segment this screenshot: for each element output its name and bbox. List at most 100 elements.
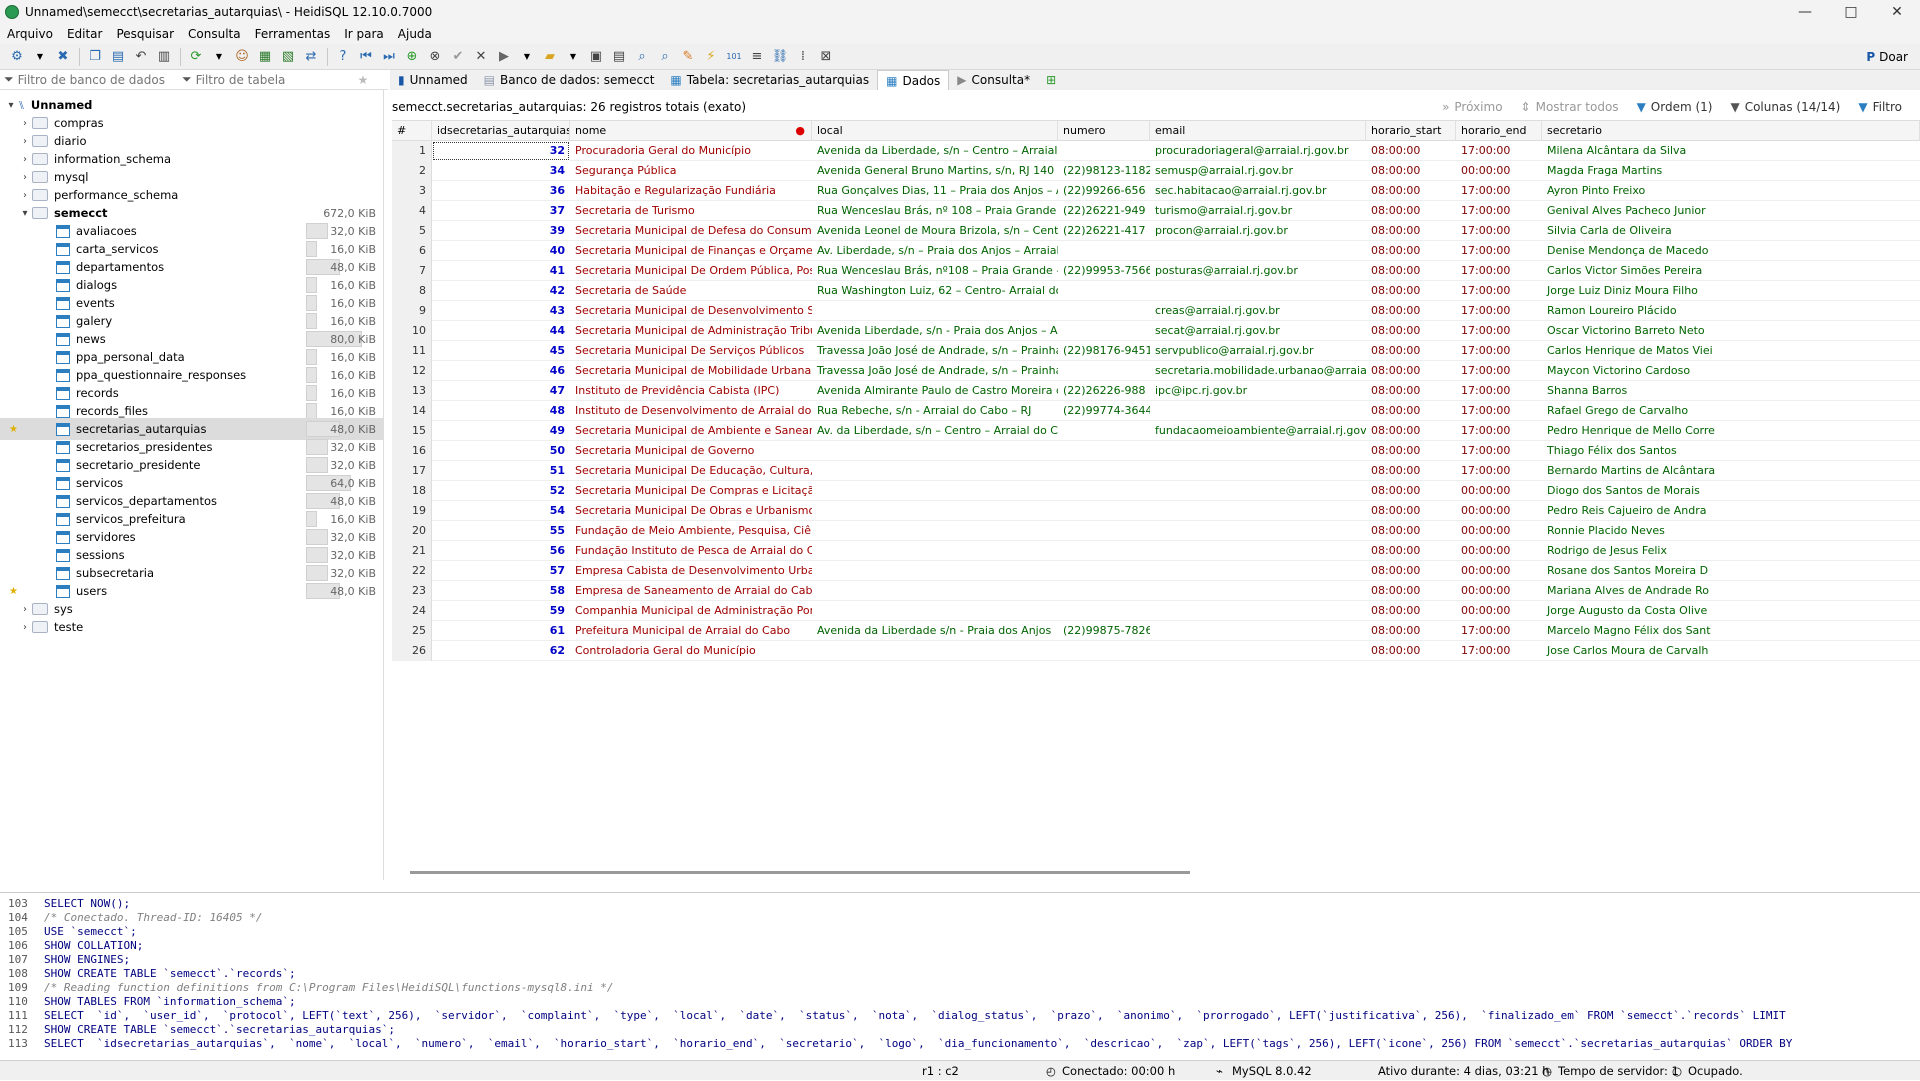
horario-start-cell[interactable]: 08:00:00 bbox=[1366, 621, 1456, 641]
secretario-cell[interactable]: Silvia Carla de Oliveira bbox=[1542, 221, 1920, 241]
binary-icon[interactable]: 101 bbox=[723, 46, 745, 68]
email-cell[interactable] bbox=[1150, 541, 1366, 561]
row-number[interactable]: 8 bbox=[392, 281, 432, 301]
numero-cell[interactable] bbox=[1058, 281, 1150, 301]
local-cell[interactable] bbox=[812, 561, 1058, 581]
column-header-idsecretarias_autarquias[interactable]: idsecretarias_autarquias 🔑 ▲ bbox=[432, 121, 570, 141]
horario-end-cell[interactable]: 17:00:00 bbox=[1456, 461, 1542, 481]
menu-editar[interactable]: Editar bbox=[60, 27, 110, 41]
horario-end-cell[interactable]: 17:00:00 bbox=[1456, 381, 1542, 401]
numero-cell[interactable] bbox=[1058, 601, 1150, 621]
add-row-icon[interactable]: ⊕ bbox=[401, 46, 423, 68]
local-cell[interactable]: Avenida da Liberdade, s/n – Centro – Arr… bbox=[812, 141, 1058, 161]
email-cell[interactable] bbox=[1150, 281, 1366, 301]
collapse-arrow-icon[interactable]: ▾ bbox=[18, 208, 32, 219]
id-cell[interactable]: 36 bbox=[432, 181, 570, 201]
format-sql-icon[interactable]: ⚡ bbox=[700, 46, 722, 68]
columns-button[interactable]: ▼ Colunas (14/14) bbox=[1730, 100, 1840, 114]
numero-cell[interactable] bbox=[1058, 581, 1150, 601]
horario-end-cell[interactable]: 17:00:00 bbox=[1456, 141, 1542, 161]
horario-start-cell[interactable]: 08:00:00 bbox=[1366, 561, 1456, 581]
explain-icon[interactable]: ⁞ bbox=[792, 46, 814, 68]
nome-cell[interactable]: Secretaria Municipal De Serviços Público… bbox=[570, 341, 812, 361]
paste-icon[interactable]: ▤ bbox=[107, 46, 129, 68]
horario-start-cell[interactable]: 08:00:00 bbox=[1366, 421, 1456, 441]
nome-cell[interactable]: Secretaria Municipal de Desenvolvimento … bbox=[570, 301, 812, 321]
user-manager-icon[interactable]: ☺ bbox=[231, 46, 253, 68]
id-cell[interactable]: 44 bbox=[432, 321, 570, 341]
numero-cell[interactable]: (22)26226-988 bbox=[1058, 381, 1150, 401]
secretario-cell[interactable]: Magda Fraga Martins bbox=[1542, 161, 1920, 181]
show-all-button[interactable]: ⇕ Mostrar todos bbox=[1521, 100, 1619, 114]
disconnect-icon[interactable]: ✖ bbox=[52, 46, 74, 68]
local-cell[interactable]: Rua Washington Luiz, 62 – Centro- Arraia… bbox=[812, 281, 1058, 301]
row-number[interactable]: 6 bbox=[392, 241, 432, 261]
tree-db-teste[interactable]: › teste bbox=[0, 616, 383, 638]
secretario-cell[interactable]: Rodrigo de Jesus Felix bbox=[1542, 541, 1920, 561]
delete-row-icon[interactable]: ⊗ bbox=[424, 46, 446, 68]
horario-end-cell[interactable]: 17:00:00 bbox=[1456, 201, 1542, 221]
row-number[interactable]: 10 bbox=[392, 321, 432, 341]
horario-start-cell[interactable]: 08:00:00 bbox=[1366, 201, 1456, 221]
horario-end-cell[interactable]: 17:00:00 bbox=[1456, 641, 1542, 661]
horizontal-scrollbar[interactable] bbox=[410, 871, 1190, 874]
stop-icon[interactable]: ⊠ bbox=[815, 46, 837, 68]
secretario-cell[interactable]: Jorge Luiz Diniz Moura Filho bbox=[1542, 281, 1920, 301]
secretario-cell[interactable]: Milena Alcântara da Silva bbox=[1542, 141, 1920, 161]
email-cell[interactable]: procon@arraial.rj.gov.br bbox=[1150, 221, 1366, 241]
tab-table[interactable]: ▦ Tabela: secretarias_autarquias bbox=[662, 70, 877, 90]
id-cell[interactable]: 45 bbox=[432, 341, 570, 361]
table-row[interactable]: 24 59 Companhia Municipal de Administração… bbox=[392, 601, 1920, 621]
row-number[interactable]: 11 bbox=[392, 341, 432, 361]
id-cell[interactable]: 42 bbox=[432, 281, 570, 301]
nome-cell[interactable]: Empresa Cabista de Desenvolvimento Urban… bbox=[570, 561, 812, 581]
email-cell[interactable]: turismo@arraial.rj.gov.br bbox=[1150, 201, 1366, 221]
horario-start-cell[interactable]: 08:00:00 bbox=[1366, 521, 1456, 541]
table-row[interactable]: 11 45 Secretaria Municipal De Serviços Púb… bbox=[392, 341, 1920, 361]
numero-cell[interactable]: (22)99266-656 bbox=[1058, 181, 1150, 201]
horario-end-cell[interactable]: 17:00:00 bbox=[1456, 301, 1542, 321]
tab-query[interactable]: ▶ Consulta* bbox=[949, 70, 1038, 90]
next-button[interactable]: » Próximo bbox=[1442, 100, 1502, 114]
id-cell[interactable]: 57 bbox=[432, 561, 570, 581]
table-row[interactable]: 3 36 Habitação e Regularização Fundiária Ru… bbox=[392, 181, 1920, 201]
nome-cell[interactable]: Secretaria Municipal De Compras e Licita… bbox=[570, 481, 812, 501]
nome-cell[interactable]: Secretaria de Saúde bbox=[570, 281, 812, 301]
table-row[interactable]: 18 52 Secretaria Municipal De Compras e Li… bbox=[392, 481, 1920, 501]
table-row[interactable]: 5 39 Secretaria Municipal de Defesa do Con… bbox=[392, 221, 1920, 241]
secretario-cell[interactable]: Jorge Augusto da Costa Olive bbox=[1542, 601, 1920, 621]
id-cell[interactable]: 41 bbox=[432, 261, 570, 281]
nome-cell[interactable]: Secretaria de Turismo bbox=[570, 201, 812, 221]
numero-cell[interactable]: (22)99774-3644 bbox=[1058, 401, 1150, 421]
link-icon[interactable]: ⛓ bbox=[769, 46, 791, 68]
expand-arrow-icon[interactable]: › bbox=[18, 190, 32, 201]
numero-cell[interactable]: (22)26221-417 bbox=[1058, 221, 1150, 241]
row-number[interactable]: 3 bbox=[392, 181, 432, 201]
horario-start-cell[interactable]: 08:00:00 bbox=[1366, 401, 1456, 421]
horario-end-cell[interactable]: 17:00:00 bbox=[1456, 321, 1542, 341]
table-row[interactable]: 16 50 Secretaria Municipal de Governo 08:00… bbox=[392, 441, 1920, 461]
expand-arrow-icon[interactable]: › bbox=[18, 172, 32, 183]
secretario-cell[interactable]: Rosane dos Santos Moreira D bbox=[1542, 561, 1920, 581]
numero-cell[interactable] bbox=[1058, 441, 1150, 461]
table-row[interactable]: 22 57 Empresa Cabista de Desenvolvimento U… bbox=[392, 561, 1920, 581]
table-row[interactable]: 19 54 Secretaria Municipal De Obras e Urba… bbox=[392, 501, 1920, 521]
email-cell[interactable] bbox=[1150, 621, 1366, 641]
row-number[interactable]: 16 bbox=[392, 441, 432, 461]
secretario-cell[interactable]: Marcelo Magno Félix dos Sant bbox=[1542, 621, 1920, 641]
email-cell[interactable]: servpublico@arraial.rj.gov.br bbox=[1150, 341, 1366, 361]
tab-data[interactable]: ▦ Dados bbox=[877, 70, 950, 90]
local-cell[interactable]: Rua Wenceslau Brás, nº108 – Praia Grande… bbox=[812, 261, 1058, 281]
horario-start-cell[interactable]: 08:00:00 bbox=[1366, 541, 1456, 561]
table-row[interactable]: 8 42 Secretaria de Saúde Rua Washington Lui… bbox=[392, 281, 1920, 301]
table-row[interactable]: 12 46 Secretaria Municipal de Mobilidade U… bbox=[392, 361, 1920, 381]
row-number[interactable]: 22 bbox=[392, 561, 432, 581]
nome-cell[interactable]: Controladoria Geral do Município bbox=[570, 641, 812, 661]
horario-end-cell[interactable]: 17:00:00 bbox=[1456, 341, 1542, 361]
nome-cell[interactable]: Secretaria Municipal de Defesa do Consum… bbox=[570, 221, 812, 241]
row-number[interactable]: 1 bbox=[392, 141, 432, 161]
horario-end-cell[interactable]: 00:00:00 bbox=[1456, 161, 1542, 181]
clear-icon[interactable]: ✎ bbox=[677, 46, 699, 68]
nome-cell[interactable]: Secretaria Municipal De Ordem Pública, P… bbox=[570, 261, 812, 281]
table-row[interactable]: 20 55 Fundação de Meio Ambiente, Pesquisa,… bbox=[392, 521, 1920, 541]
